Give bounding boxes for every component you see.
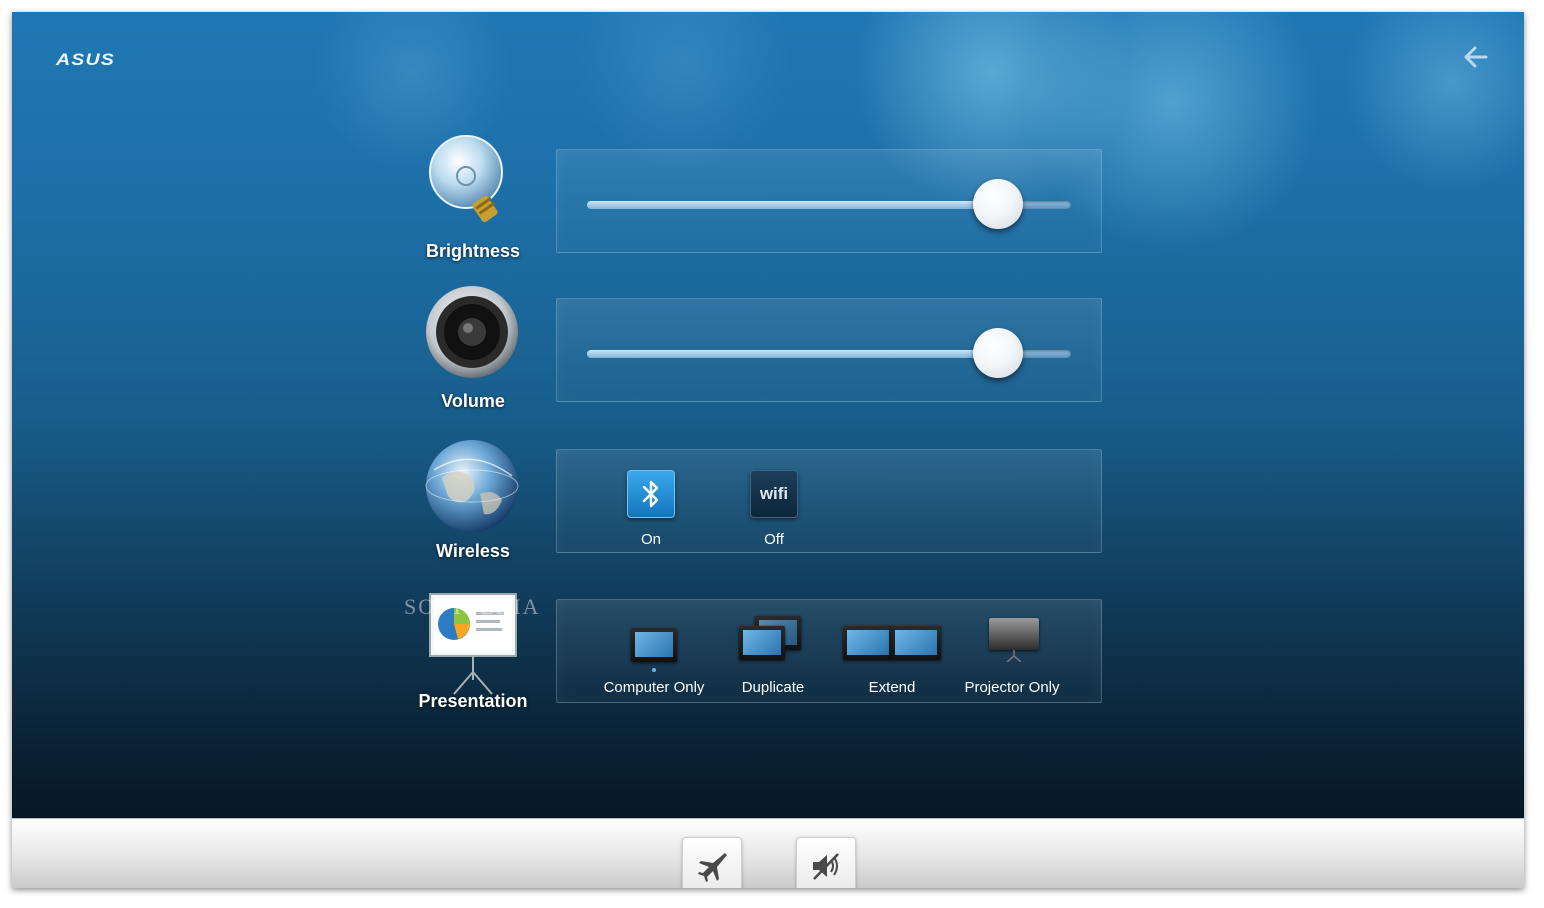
mode-projector-only[interactable]: Projector Only [957,610,1067,696]
mode-duplicate[interactable]: Duplicate [721,610,825,696]
softpedia-watermark: SOFTPEDIA [404,594,541,619]
airplane-mode-icon [698,853,727,882]
main-stage: ASUS Brightness Volume Wireless On wifi … [12,12,1524,818]
monitor-left-icon [843,626,893,660]
brightness-slider-thumb[interactable] [973,179,1024,229]
mode-label: Computer Only [603,679,705,696]
back-arrow-icon[interactable] [1460,42,1490,72]
selected-indicator [652,668,656,672]
presentation-label: Presentation [418,691,528,711]
monitor-right-icon [891,626,941,660]
mode-label: Projector Only [964,679,1060,696]
volume-label: Volume [441,391,505,411]
wifi-icon: wifi [750,470,798,518]
app-window: ASUS Brightness Volume Wireless On wifi … [12,12,1524,888]
speaker-icon [422,284,524,388]
wifi-toggle[interactable]: wifi Off [744,470,804,548]
wireless-panel: On wifi Off [556,449,1102,553]
bluetooth-state: On [640,531,661,548]
bottom-bar [12,818,1524,888]
bluetooth-icon [627,470,675,518]
mode-computer-only[interactable]: Computer Only [597,610,711,696]
brightness-panel [556,149,1102,253]
monitor-off-icon [989,618,1039,650]
mute-button[interactable] [796,837,856,888]
monitor-icon [631,628,677,662]
presentation-panel: Computer Only Duplicate Extend Projector… [556,599,1102,703]
wifi-icon-text: wifi [759,484,789,503]
mode-label: Extend [868,679,916,696]
mode-extend[interactable]: Extend [837,610,947,696]
bokeh-decoration [572,12,792,172]
volume-slider-thumb[interactable] [973,328,1024,378]
mode-label: Duplicate [741,679,805,696]
volume-slider-fill [587,350,999,358]
brightness-slider-track[interactable] [587,179,1071,229]
mute-icon [813,853,839,880]
volume-slider-track[interactable] [587,328,1071,378]
globe-icon [422,436,524,540]
bluetooth-toggle[interactable]: On [621,470,681,548]
brightness-slider-fill [587,201,999,209]
projector-stand-icon [1006,650,1022,662]
lightbulb-icon [422,132,524,236]
monitor-front-icon [739,626,785,660]
volume-panel [556,298,1102,402]
wifi-state: Off [764,531,784,548]
wireless-label: Wireless [436,541,510,561]
bokeh-decoration [1342,12,1524,192]
brightness-label: Brightness [425,241,521,261]
asus-logo: ASUS [56,50,115,69]
airplane-mode-button[interactable] [682,837,742,888]
